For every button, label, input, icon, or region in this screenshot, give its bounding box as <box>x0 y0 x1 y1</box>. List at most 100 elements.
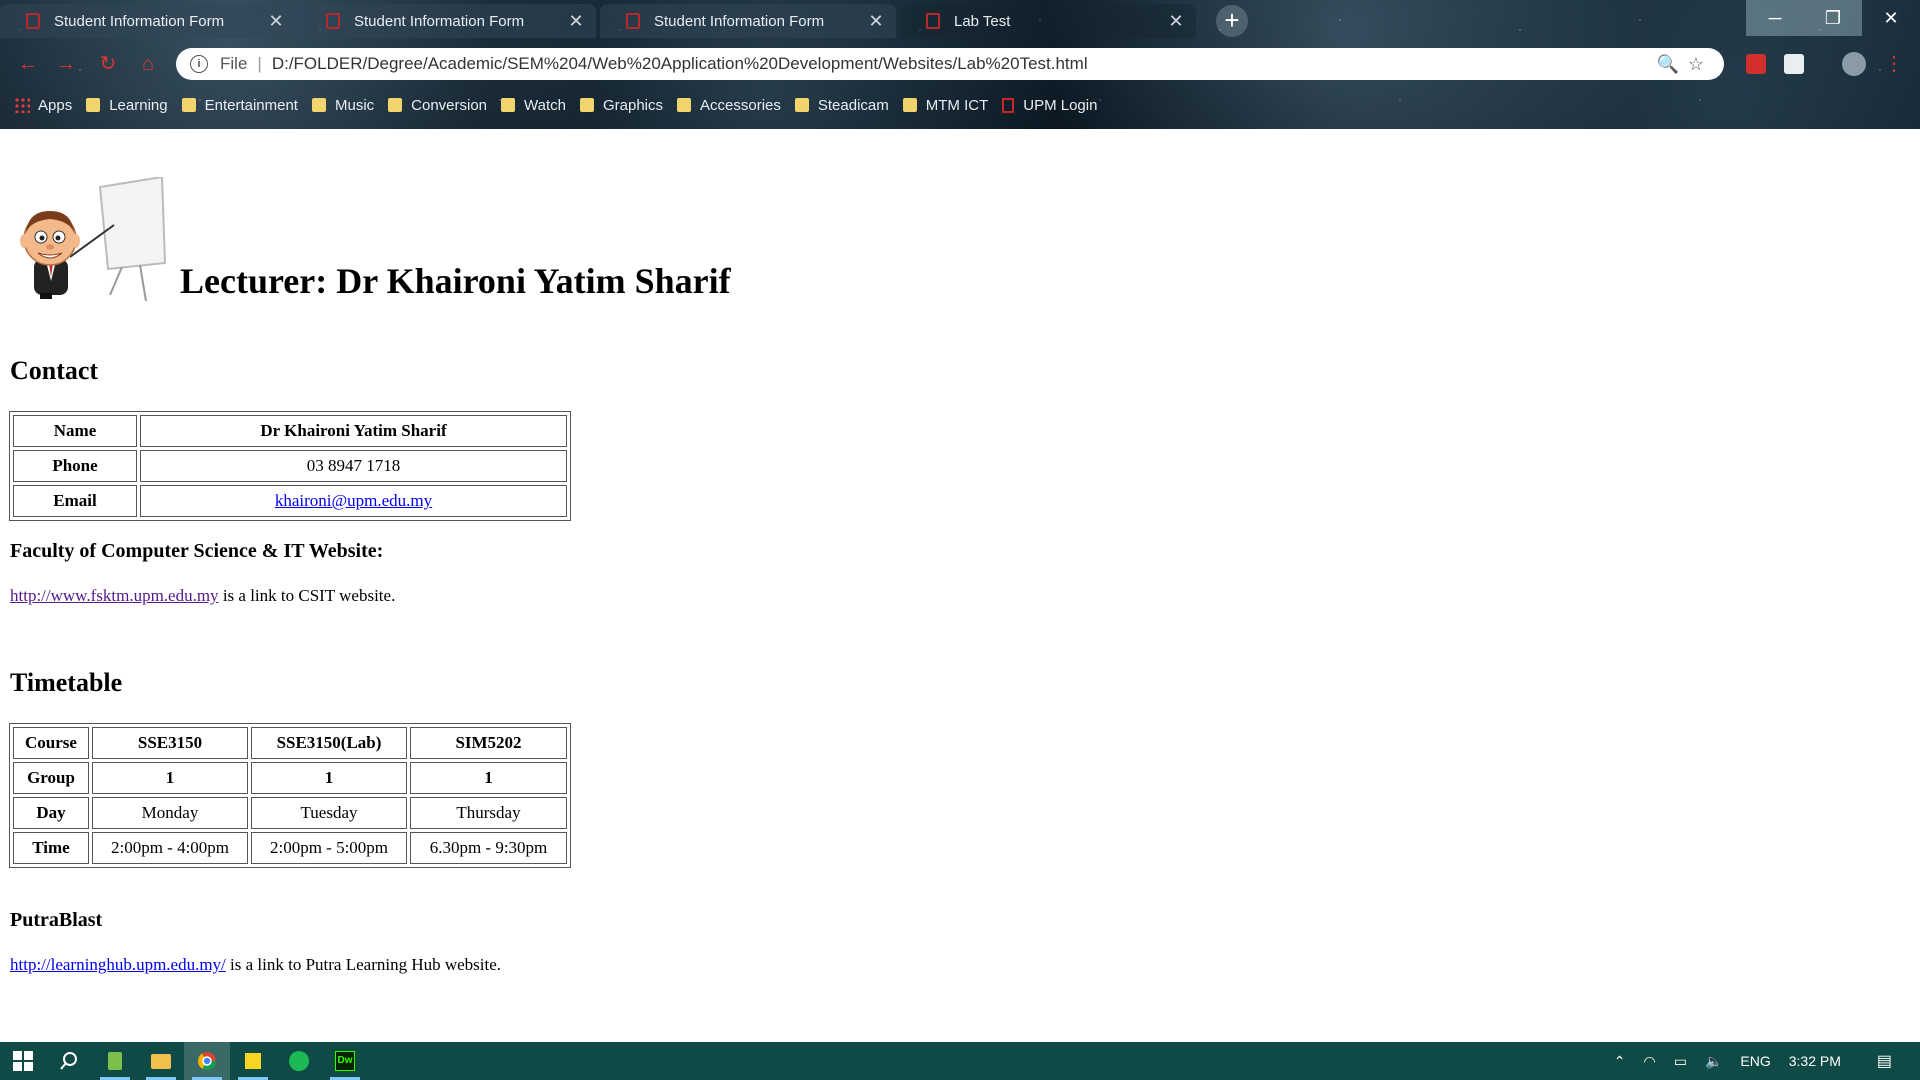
pdf-icon <box>1002 97 1015 113</box>
file-explorer-icon[interactable] <box>138 1042 184 1080</box>
bookmark-star-icon[interactable]: ☆ <box>1682 54 1710 75</box>
battery-icon[interactable]: ▭ <box>1674 1053 1687 1070</box>
lecturer-header: Lecturer: Dr Khaironi Yatim Sharif <box>10 177 731 301</box>
faculty-link-description: is a link to CSIT website. <box>218 586 396 605</box>
show-hidden-icons-icon[interactable]: ⌃ <box>1614 1053 1626 1070</box>
time-label: Time <box>13 832 89 864</box>
bookmark-steadicam[interactable]: Steadicam <box>794 96 889 114</box>
tab-student-info-3[interactable]: Student Information Form ✕ <box>600 4 896 38</box>
bookmark-label: MTM ICT <box>925 96 989 114</box>
close-tab-icon[interactable]: ✕ <box>1166 11 1186 32</box>
sticky-notes-icon[interactable] <box>230 1042 276 1080</box>
table-row: Name Dr Khaironi Yatim Sharif <box>13 415 567 447</box>
table-cell: SSE3150(Lab) <box>251 727 407 759</box>
wifi-icon[interactable]: ◠ <box>1644 1053 1656 1070</box>
email-link[interactable]: khaironi@upm.edu.my <box>275 491 432 510</box>
dreamweaver-icon[interactable]: Dw <box>322 1042 368 1080</box>
clock[interactable]: 3:32 PM <box>1789 1053 1841 1069</box>
name-value: Dr Khaironi Yatim Sharif <box>140 415 567 447</box>
folder-icon <box>677 98 692 112</box>
url-text[interactable]: D:/FOLDER/Degree/Academic/SEM%204/Web%20… <box>272 54 1654 74</box>
notepad-app-icon[interactable] <box>92 1042 138 1080</box>
forward-icon[interactable]: → <box>52 50 80 78</box>
bookmark-label: Watch <box>524 96 566 114</box>
menu-kebab-icon[interactable]: ⋮ <box>1880 50 1908 78</box>
faculty-website-link[interactable]: http://www.fsktm.upm.edu.my <box>10 586 219 605</box>
bookmark-label: Graphics <box>602 96 664 114</box>
bookmark-mtm-ict[interactable]: MTM ICT <box>902 96 989 114</box>
language-indicator[interactable]: ENG <box>1740 1053 1770 1069</box>
minimize-icon[interactable]: ─ <box>1746 0 1804 36</box>
chrome-app-icon[interactable] <box>184 1042 230 1080</box>
tab-title: Student Information Form <box>54 12 225 30</box>
contact-heading: Contact <box>10 356 99 385</box>
bookmark-apps[interactable]: Apps <box>14 97 72 114</box>
site-info-icon[interactable]: i <box>190 55 208 73</box>
folder-icon <box>579 98 594 112</box>
timetable-heading: Timetable <box>10 668 123 697</box>
zoom-icon[interactable]: 🔍 <box>1654 54 1682 75</box>
home-icon[interactable]: ⌂ <box>134 50 162 78</box>
tab-student-info-1[interactable]: Student Information Form ✕ <box>0 4 296 38</box>
spotify-icon[interactable] <box>276 1042 322 1080</box>
bookmark-conversion[interactable]: Conversion <box>388 97 487 114</box>
address-bar[interactable]: i File | D:/FOLDER/Degree/Academic/SEM%2… <box>176 48 1724 80</box>
new-tab-button[interactable]: + <box>1216 5 1248 37</box>
folder-icon <box>86 98 101 112</box>
bookmark-upm-login[interactable]: UPM Login <box>1002 97 1097 114</box>
bookmark-label: UPM Login <box>1023 96 1098 114</box>
table-cell: 1 <box>92 762 248 794</box>
reload-icon[interactable]: ↻ <box>94 50 122 78</box>
volume-icon[interactable]: 🔈 <box>1705 1053 1722 1070</box>
web-page: Lecturer: Dr Khaironi Yatim Sharif Conta… <box>0 129 1920 1042</box>
profile-avatar[interactable] <box>1842 52 1866 76</box>
tab-lab-test[interactable]: Lab Test ✕ <box>900 4 1196 38</box>
bookmark-learning[interactable]: Learning <box>86 97 168 114</box>
name-label: Name <box>13 415 137 447</box>
lecturer-heading: Lecturer: Dr Khaironi Yatim Sharif <box>180 261 731 301</box>
bookmark-graphics[interactable]: Graphics <box>579 96 664 114</box>
bookmark-label: Entertainment <box>204 96 298 114</box>
extension-notes-icon[interactable] <box>1784 54 1804 74</box>
action-center-icon[interactable]: ▤ <box>1877 1051 1892 1071</box>
scheme-label: File <box>220 54 248 73</box>
close-window-icon[interactable]: ✕ <box>1862 0 1920 36</box>
search-icon[interactable] <box>46 1042 92 1080</box>
table-cell: 1 <box>410 762 567 794</box>
pdf-favicon-icon <box>326 13 340 29</box>
start-windows-icon[interactable] <box>0 1042 46 1080</box>
bookmark-entertainment[interactable]: Entertainment <box>181 96 298 114</box>
tab-title: Lab Test <box>954 12 1011 30</box>
table-cell: Thursday <box>410 797 567 829</box>
bookmark-watch[interactable]: Watch <box>501 97 566 114</box>
bookmark-music[interactable]: Music <box>311 96 375 114</box>
close-tab-icon[interactable]: ✕ <box>866 11 886 32</box>
extension-pdf-icon[interactable] <box>1746 54 1766 74</box>
table-cell: 6.30pm - 9:30pm <box>410 832 567 864</box>
email-cell: khaironi@upm.edu.my <box>140 485 567 517</box>
folder-icon <box>181 98 196 112</box>
table-cell: 2:00pm - 4:00pm <box>92 832 248 864</box>
table-cell: Tuesday <box>251 797 407 829</box>
tab-title: Student Information Form <box>354 12 525 30</box>
table-row: Group 1 1 1 <box>13 762 567 794</box>
restore-icon[interactable]: ❐ <box>1804 0 1862 36</box>
address-separator: | <box>257 54 262 73</box>
close-tab-icon[interactable]: ✕ <box>566 11 586 32</box>
learning-hub-description: is a link to Putra Learning Hub website. <box>225 955 502 974</box>
bookmark-accessories[interactable]: Accessories <box>677 97 781 114</box>
folder-icon <box>311 98 326 112</box>
learning-hub-link[interactable]: http://learninghub.upm.edu.my/ <box>10 955 226 974</box>
tab-student-info-2[interactable]: Student Information Form ✕ <box>300 4 596 38</box>
pdf-favicon-icon <box>926 13 940 29</box>
bookmark-label: Conversion <box>411 96 488 114</box>
back-icon[interactable]: ← <box>14 50 42 78</box>
close-tab-icon[interactable]: ✕ <box>266 11 286 32</box>
course-label: Course <box>13 727 89 759</box>
navigation-bar: ← → ↻ ⌂ i File | D:/FOLDER/Degree/Academ… <box>0 44 1920 84</box>
folder-icon <box>902 98 917 112</box>
table-row: Time 2:00pm - 4:00pm 2:00pm - 5:00pm 6.3… <box>13 832 567 864</box>
system-tray: ⌃ ◠ ▭ 🔈 ENG 3:32 PM ▤ <box>1614 1042 1920 1080</box>
bookmark-label: Steadicam <box>817 96 889 114</box>
bookmark-label: Music <box>334 96 375 114</box>
